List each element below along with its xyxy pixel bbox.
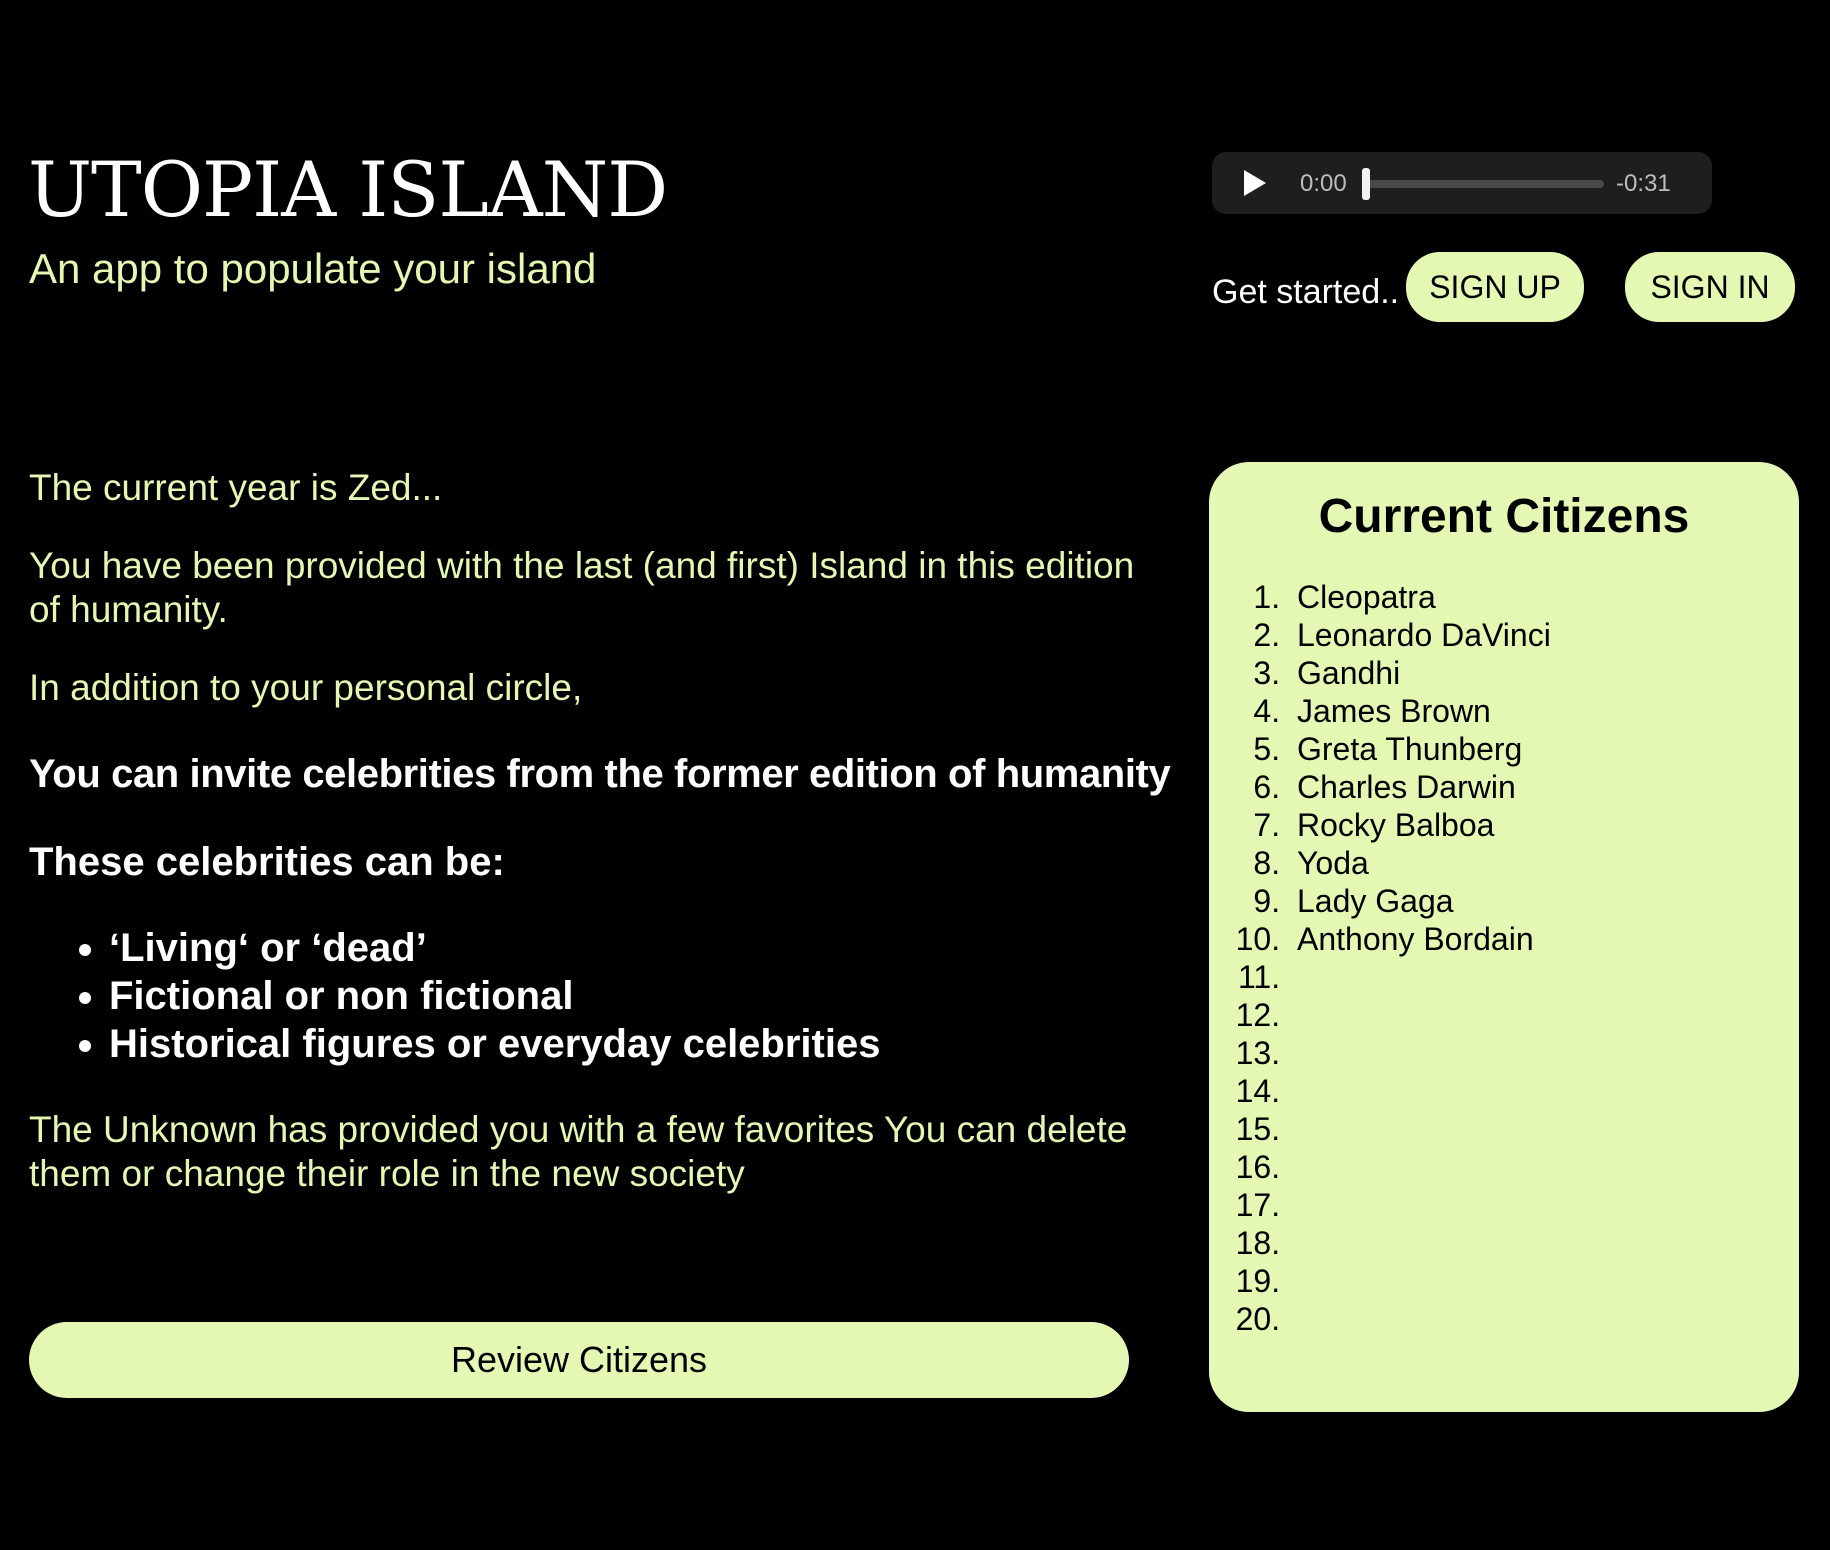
review-citizens-button[interactable]: Review Citizens — [29, 1322, 1129, 1398]
citizen-item-empty[interactable] — [1289, 1300, 1551, 1338]
audio-scrubber-handle[interactable] — [1362, 168, 1370, 200]
citizen-item[interactable]: James Brown — [1289, 692, 1551, 730]
intro-section: The current year is Zed... You have been… — [29, 464, 1171, 1196]
app-title: UTOPIA ISLAND — [28, 145, 668, 234]
sign-up-button[interactable]: SIGN UP — [1406, 252, 1584, 322]
get-started-label: Get started.. — [1212, 273, 1400, 311]
citizens-list: Cleopatra Leonardo DaVinci Gandhi James … — [1209, 578, 1551, 1338]
current-citizens-panel: Current Citizens Cleopatra Leonardo DaVi… — [1209, 462, 1799, 1412]
citizen-item[interactable]: Rocky Balboa — [1289, 806, 1551, 844]
citizen-item-empty[interactable] — [1289, 958, 1551, 996]
intro-unknown-text: The Unknown has provided you with a few … — [29, 1109, 1128, 1194]
sign-in-button[interactable]: SIGN IN — [1625, 252, 1795, 322]
intro-can-be-heading: These celebrities can be: — [29, 840, 505, 884]
list-item: Fictional or non fictional — [109, 972, 1139, 1020]
citizen-item[interactable]: Lady Gaga — [1289, 882, 1551, 920]
intro-year-text: The current year is Zed... — [29, 467, 443, 508]
celebrity-types-list: ‘Living‘ or ‘dead’ Fictional or non fict… — [29, 924, 1139, 1068]
audio-elapsed-time: 0:00 — [1300, 170, 1347, 197]
citizen-item[interactable]: Leonardo DaVinci — [1289, 616, 1551, 654]
audio-remaining-time: -0:31 — [1616, 170, 1671, 197]
citizen-item-empty[interactable] — [1289, 1072, 1551, 1110]
list-item: ‘Living‘ or ‘dead’ — [109, 924, 1139, 972]
intro-addition-text: In addition to your personal circle, — [29, 667, 583, 708]
citizen-item-empty[interactable] — [1289, 1034, 1551, 1072]
play-icon[interactable] — [1244, 170, 1266, 196]
citizen-item[interactable]: Yoda — [1289, 844, 1551, 882]
citizen-item-empty[interactable] — [1289, 1110, 1551, 1148]
list-item: Historical figures or everyday celebriti… — [109, 1020, 1139, 1068]
audio-player[interactable]: 0:00 -0:31 — [1212, 152, 1712, 214]
citizen-item[interactable]: Cleopatra — [1289, 578, 1551, 616]
citizen-item-empty[interactable] — [1289, 1148, 1551, 1186]
citizen-item-empty[interactable] — [1289, 1186, 1551, 1224]
app-subtitle: An app to populate your island — [29, 245, 597, 292]
citizen-item-empty[interactable] — [1289, 1262, 1551, 1300]
citizen-item[interactable]: Gandhi — [1289, 654, 1551, 692]
citizen-item[interactable]: Anthony Bordain — [1289, 920, 1551, 958]
citizen-item[interactable]: Charles Darwin — [1289, 768, 1551, 806]
citizen-item-empty[interactable] — [1289, 1224, 1551, 1262]
citizens-heading: Current Citizens — [1318, 490, 1690, 543]
citizen-item[interactable]: Greta Thunberg — [1289, 730, 1551, 768]
citizen-item-empty[interactable] — [1289, 996, 1551, 1034]
audio-progress-track[interactable] — [1364, 180, 1604, 188]
intro-invite-heading: You can invite celebrities from the form… — [29, 752, 1171, 796]
intro-island-text: You have been provided with the last (an… — [29, 545, 1135, 630]
